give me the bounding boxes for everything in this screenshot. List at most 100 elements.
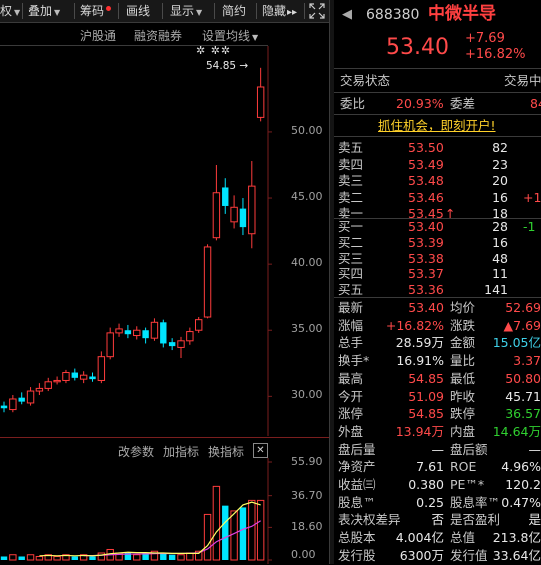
candle-body	[222, 187, 229, 206]
volume-bar	[168, 554, 176, 560]
stat-label: 收益㈢	[338, 477, 376, 492]
stat-value: ▲7.69	[503, 317, 541, 333]
stat-value: 120.2	[505, 477, 541, 492]
order-ratio-label: 委比	[340, 96, 366, 111]
volume-bar	[18, 556, 25, 560]
stat-value: 16.91%	[396, 353, 444, 369]
toolbar-overlay-button[interactable]: 叠加 ▼	[28, 0, 60, 22]
stat-label: 股息™	[338, 494, 376, 510]
toolbar-simple-button[interactable]: 简约	[222, 0, 246, 22]
quote-panel: ◀ 688380 中微半导 53.40 +7.69 +16.82% 交易状态 交…	[334, 0, 541, 564]
volume-bar	[177, 554, 185, 561]
candle-body	[71, 372, 78, 378]
ma-setting-link[interactable]: 设置均线 ▼	[202, 27, 258, 44]
asks-level-price: 53.49	[408, 156, 444, 172]
toolbar-rights-button[interactable]: 权 ▼	[0, 0, 20, 22]
candle-body	[212, 192, 221, 239]
stat-value: +16.82%	[385, 317, 444, 333]
candle-body	[79, 374, 88, 380]
asks-level-volume: 82	[492, 140, 508, 155]
stat-value: 4.004亿	[395, 530, 444, 546]
candle-body	[168, 342, 176, 347]
stat-label: PE™*	[450, 477, 485, 492]
stat-label: 最高	[338, 370, 364, 386]
volume-tick-label: 36.70	[291, 488, 323, 502]
volume-tick-label: 0.00	[291, 548, 316, 561]
stat-label: 昨收	[450, 388, 476, 404]
asks-level-volume: 16	[492, 189, 508, 205]
stat-label: 盘后额	[450, 441, 488, 457]
candle-body	[177, 340, 185, 348]
volume-bar	[203, 513, 212, 561]
order-diff-value: 84	[530, 96, 541, 111]
stat-value: 51.09	[408, 388, 444, 404]
candle-body	[97, 356, 106, 381]
volume-bar	[230, 510, 238, 561]
stat-label: 换手*	[338, 353, 370, 369]
stat-value: 36.57	[505, 406, 541, 422]
stat-value: 3.37	[513, 353, 541, 369]
stat-label: 外盘	[338, 423, 364, 439]
toolbar-display-button[interactable]: 显示 ▼	[170, 0, 202, 22]
candle-body	[106, 332, 114, 358]
stat-value: 33.64亿	[492, 547, 541, 563]
stat-label: 跌停	[450, 406, 476, 422]
asks-level-price: 53.50	[408, 140, 444, 155]
candle-body	[124, 330, 132, 335]
toolbar-chips-button[interactable]: 筹码	[80, 0, 112, 22]
price-tick-label: 45.00	[291, 190, 323, 204]
volume-bar	[239, 507, 247, 560]
price-tick-label: 35.00	[291, 322, 323, 336]
price-tick-label: 30.00	[291, 388, 323, 402]
chart-toolbar: 权 ▼ 叠加 ▼ 筹码 画线 显示 ▼ 简约 隐藏▸▸	[0, 0, 329, 23]
hk-connect-link[interactable]: 沪股通	[80, 27, 116, 44]
volume-bar	[160, 552, 167, 560]
asks-level-label: 卖二	[338, 189, 364, 205]
volume-bar	[53, 555, 61, 561]
candle-body	[44, 381, 52, 389]
candle-body	[89, 376, 96, 380]
stat-value: 是	[528, 512, 541, 528]
price-change-pct: +16.82%	[465, 47, 526, 62]
high-price-marker: 54.85 →	[206, 59, 249, 72]
volume-bar	[186, 552, 194, 561]
stat-value: 14.64万	[492, 423, 541, 439]
open-account-link[interactable]: 抓住机会，即刻开户!	[378, 117, 496, 135]
order-diff-label: 委差	[450, 96, 476, 111]
candle-body	[133, 329, 141, 337]
stat-value: 50.80	[505, 370, 541, 386]
candle-body	[62, 372, 70, 381]
stat-value: 否	[431, 512, 444, 528]
candle-body	[256, 86, 265, 118]
volume-bar	[35, 555, 44, 561]
volume-bar	[71, 556, 78, 560]
candle-body	[35, 387, 44, 392]
asks-level-label: 卖四	[338, 156, 364, 172]
fullscreen-icon[interactable]	[309, 0, 327, 22]
price-tick-label: 50.00	[291, 123, 323, 137]
candle-body	[142, 330, 149, 339]
margin-trading-link[interactable]: 融资融券	[134, 27, 182, 44]
candle-body	[230, 206, 238, 223]
asks-level-volume: 23	[492, 156, 508, 172]
stat-value: 28.59万	[395, 335, 444, 351]
order-ratio-value: 20.93%	[396, 96, 444, 111]
candle-body	[203, 246, 212, 318]
stat-value: 0.25	[416, 494, 444, 510]
back-arrow-icon[interactable]: ◀	[342, 6, 352, 24]
stat-label: 内盘	[450, 423, 476, 439]
stat-label: ROE	[450, 459, 477, 475]
stat-label: 量比	[450, 353, 476, 369]
stat-label: 净资产	[338, 459, 376, 475]
trade-status-value: 交易中	[504, 73, 541, 88]
stat-value: 15.05亿	[492, 335, 541, 351]
toolbar-hide-button[interactable]: 隐藏▸▸	[262, 0, 297, 22]
close-icon[interactable]: ✕	[253, 443, 268, 458]
asks-level-label: 卖五	[338, 140, 364, 155]
stat-label: 涨幅	[338, 317, 364, 333]
candle-body	[26, 390, 35, 404]
volume-bar	[256, 499, 265, 561]
candlestick-chart	[0, 46, 272, 436]
candle-body	[160, 322, 167, 344]
toolbar-draw-button[interactable]: 画线	[126, 0, 150, 22]
